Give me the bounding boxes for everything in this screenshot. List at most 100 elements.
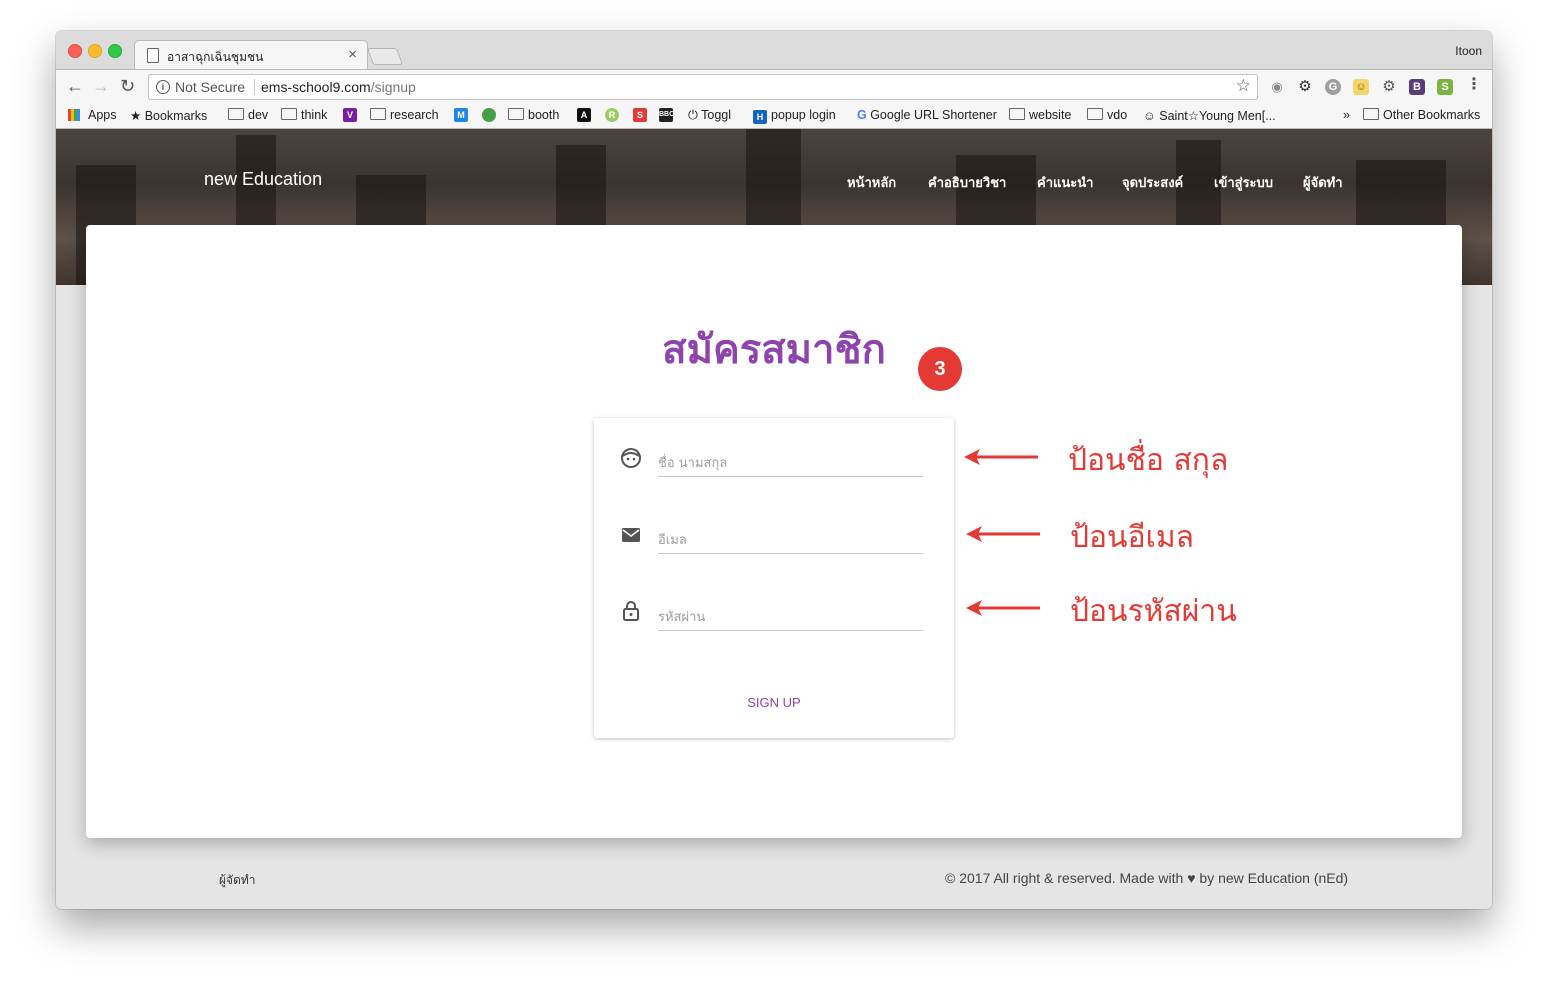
toggl-icon: ⏻ bbox=[688, 108, 702, 122]
leaf-bookmark-icon[interactable] bbox=[482, 108, 496, 122]
bookmark-folder-research[interactable]: research bbox=[370, 108, 439, 122]
anime-icon: ☺ bbox=[1143, 109, 1160, 123]
url-path: /signup bbox=[370, 79, 416, 95]
bookmarks-bar: Apps ★ Bookmarks dev think V research M … bbox=[56, 103, 1492, 129]
footer-authors-link[interactable]: ผู้จัดทำ bbox=[219, 871, 256, 890]
minimize-window-button[interactable] bbox=[88, 44, 102, 58]
annotation-email: ป้อนอีเมล bbox=[1070, 520, 1194, 555]
email-input[interactable] bbox=[658, 527, 923, 554]
browser-toolbar: ← → ↻ i Not Secure ems-school9.com/signu… bbox=[56, 69, 1492, 104]
bookmark-toggl[interactable]: ⏻ Toggl bbox=[688, 108, 731, 123]
folder-icon bbox=[1009, 108, 1025, 120]
bootstrap-extension-icon[interactable]: B bbox=[1409, 79, 1425, 95]
not-secure-label: Not Secure bbox=[175, 79, 246, 95]
address-bar[interactable]: i Not Secure ems-school9.com/signup ☆ bbox=[148, 74, 1258, 100]
copyright-text: © 2017 All right & reserved. Made with bbox=[945, 870, 1184, 886]
nav-course-description[interactable]: คำอธิบายวิชา bbox=[928, 172, 1006, 193]
annotation-name: ป้อนชื่อ สกุล bbox=[1068, 443, 1229, 478]
url-host: ems-school9.com bbox=[261, 79, 371, 95]
bookmark-label: dev bbox=[248, 108, 269, 122]
url-text[interactable]: ems-school9.com/signup bbox=[261, 79, 416, 95]
info-icon[interactable]: i bbox=[156, 80, 170, 94]
bookmark-label: Other Bookmarks bbox=[1383, 108, 1481, 122]
m-bookmark-icon[interactable]: M bbox=[454, 108, 468, 122]
bookmark-folder-dev[interactable]: dev bbox=[228, 108, 268, 122]
signup-form: SIGN UP bbox=[594, 418, 954, 738]
bookmark-label: Toggl bbox=[701, 108, 732, 122]
bookmark-label: Saint☆Young Men[... bbox=[1159, 109, 1276, 123]
full-name-input[interactable] bbox=[658, 450, 923, 477]
mail-icon bbox=[622, 528, 640, 542]
reload-icon[interactable]: ↻ bbox=[120, 76, 135, 96]
nav-login[interactable]: เข้าสู่ระบบ bbox=[1214, 172, 1273, 193]
folder-icon bbox=[281, 108, 297, 120]
maximize-window-button[interactable] bbox=[108, 44, 122, 58]
circle-bookmark-icon[interactable]: R bbox=[605, 108, 619, 122]
settings-extension-icon[interactable]: ⚙ bbox=[1381, 79, 1397, 95]
bookmarks-overflow-chevron-icon[interactable]: » bbox=[1343, 108, 1350, 122]
bookmark-apps[interactable]: Apps bbox=[88, 108, 117, 122]
bookmark-star[interactable]: ★ Bookmarks bbox=[130, 108, 207, 123]
bookmark-folder-booth[interactable]: booth bbox=[508, 108, 559, 122]
sign-up-button[interactable]: SIGN UP bbox=[714, 686, 834, 718]
back-arrow-icon[interactable]: ← bbox=[66, 76, 84, 96]
folder-icon bbox=[1087, 108, 1103, 120]
password-input[interactable] bbox=[658, 604, 923, 631]
google-icon: G bbox=[857, 108, 871, 122]
signup-card: สมัครสมาชิก 3 ชื่อ นามสกุล อีเมล SIGN UP… bbox=[86, 225, 1462, 838]
heart-icon: ♥ bbox=[1187, 870, 1196, 886]
folder-icon bbox=[370, 108, 386, 120]
s-bookmark-icon[interactable]: S bbox=[633, 108, 647, 122]
h-icon: H bbox=[753, 110, 767, 124]
arrow-left-icon bbox=[964, 449, 1038, 465]
bookmark-folder-other[interactable]: Other Bookmarks bbox=[1363, 108, 1480, 122]
close-window-button[interactable] bbox=[68, 44, 82, 58]
gear-extension-icon[interactable]: ⚙ bbox=[1297, 79, 1313, 95]
arrow-left-icon bbox=[966, 526, 1040, 542]
nav-authors[interactable]: ผู้จัดทำ bbox=[1303, 172, 1343, 193]
tab-close-icon[interactable]: × bbox=[348, 46, 357, 63]
url-divider bbox=[254, 79, 255, 95]
star-icon: ★ bbox=[130, 109, 145, 123]
folder-icon bbox=[1363, 108, 1379, 120]
nav-home[interactable]: หน้าหลัก bbox=[847, 172, 896, 193]
nav-advice[interactable]: คำแนะนำ bbox=[1037, 172, 1093, 193]
bookmark-folder-website[interactable]: website bbox=[1009, 108, 1071, 122]
site-brand[interactable]: new Education bbox=[204, 169, 322, 190]
bookmark-star-icon[interactable]: ☆ bbox=[1236, 76, 1251, 96]
colorzilla-extension-icon[interactable]: S bbox=[1437, 79, 1453, 95]
bookmark-popup-login[interactable]: Hpopup login bbox=[753, 108, 836, 124]
folder-icon bbox=[508, 108, 524, 120]
bookmark-folder-think[interactable]: think bbox=[281, 108, 327, 122]
nav-objectives[interactable]: จุดประสงค์ bbox=[1122, 172, 1183, 193]
grammar-extension-icon[interactable]: G bbox=[1325, 79, 1341, 95]
bookmark-label: vdo bbox=[1107, 108, 1128, 122]
tab-strip: อาสาฉุกเฉินชุมชน × Itoon bbox=[56, 31, 1492, 70]
forward-arrow-icon[interactable]: → bbox=[92, 76, 110, 96]
page-title: สมัครสมาชิก bbox=[662, 328, 886, 372]
footer-copyright: © 2017 All right & reserved. Made with ♥… bbox=[945, 870, 1348, 886]
page-icon bbox=[147, 48, 159, 63]
chrome-menu-icon[interactable]: ⋮ bbox=[1466, 76, 1482, 94]
browser-window: อาสาฉุกเฉินชุมชน × Itoon ← → ↻ i Not Sec… bbox=[56, 31, 1492, 909]
bookmark-label: think bbox=[301, 108, 328, 122]
bookmark-saint-young-men[interactable]: ☺ Saint☆Young Men[... bbox=[1143, 108, 1276, 123]
new-tab-button[interactable] bbox=[366, 48, 404, 65]
step-badge: 3 bbox=[918, 347, 962, 391]
tab-title: อาสาฉุกเฉินชุมชน bbox=[167, 50, 264, 64]
face-extension-icon[interactable]: ☺ bbox=[1353, 79, 1369, 95]
folder-icon bbox=[228, 108, 244, 120]
arrow-left-icon bbox=[966, 600, 1040, 616]
profile-name[interactable]: Itoon bbox=[1455, 44, 1482, 58]
bookmark-folder-vdo[interactable]: vdo bbox=[1087, 108, 1127, 122]
bbc-bookmark-icon[interactable]: BBC bbox=[659, 108, 674, 122]
bookmark-google-url-shortener[interactable]: G Google URL Shortener bbox=[857, 108, 997, 122]
annotation-password: ป้อนรหัสผ่าน bbox=[1070, 594, 1237, 629]
browser-tab[interactable]: อาสาฉุกเฉินชุมชน × bbox=[134, 40, 368, 70]
vue-bookmark-icon[interactable]: V bbox=[343, 108, 357, 122]
bookmark-label: popup login bbox=[771, 108, 836, 122]
a-bookmark-icon[interactable]: A bbox=[577, 108, 591, 122]
bookmark-label: website bbox=[1029, 108, 1072, 122]
camera-extension-icon[interactable]: ◉ bbox=[1269, 79, 1285, 95]
copyright-suffix: by new Education (nEd) bbox=[1199, 870, 1349, 886]
